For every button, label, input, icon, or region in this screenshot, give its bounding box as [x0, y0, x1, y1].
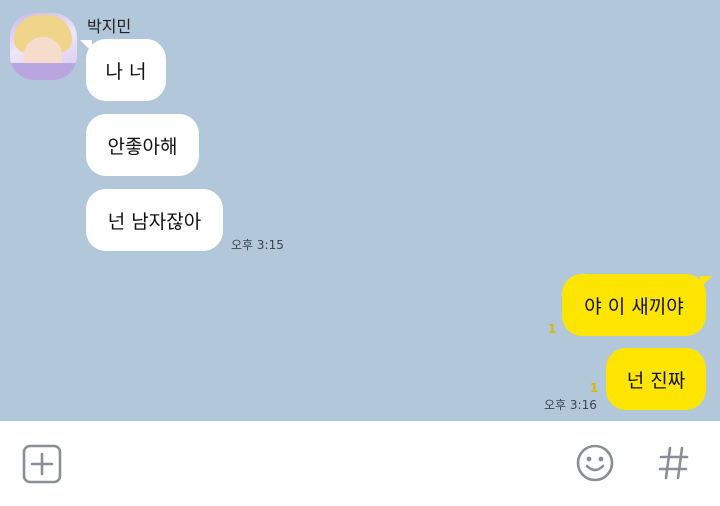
- message-bubble-outgoing[interactable]: 넌 진짜: [606, 348, 706, 410]
- message-timestamp: 오후 3:16: [544, 398, 597, 412]
- sender-name: 박지민: [87, 17, 132, 36]
- message-bubble-incoming[interactable]: 넌 남자잖아: [86, 189, 223, 251]
- message-bubble-outgoing[interactable]: 야 이 새끼야: [562, 274, 706, 336]
- input-bar: [0, 421, 720, 506]
- emoji-icon[interactable]: [575, 443, 615, 483]
- hashtag-icon[interactable]: [654, 443, 694, 483]
- message-bubble-incoming[interactable]: 나 너: [86, 39, 166, 101]
- plus-box-icon[interactable]: [22, 444, 62, 484]
- unread-count: 1: [590, 381, 599, 395]
- avatar-shirt: [10, 63, 77, 80]
- message-bubble-incoming[interactable]: 안좋아해: [86, 114, 199, 176]
- chat-area: 박지민 나 너 안좋아해 넌 남자잖아 오후 3:15 1 야 이 새끼야 1 …: [0, 0, 720, 421]
- avatar[interactable]: [10, 13, 77, 80]
- message-timestamp: 오후 3:15: [231, 238, 284, 252]
- unread-count: 1: [548, 322, 557, 336]
